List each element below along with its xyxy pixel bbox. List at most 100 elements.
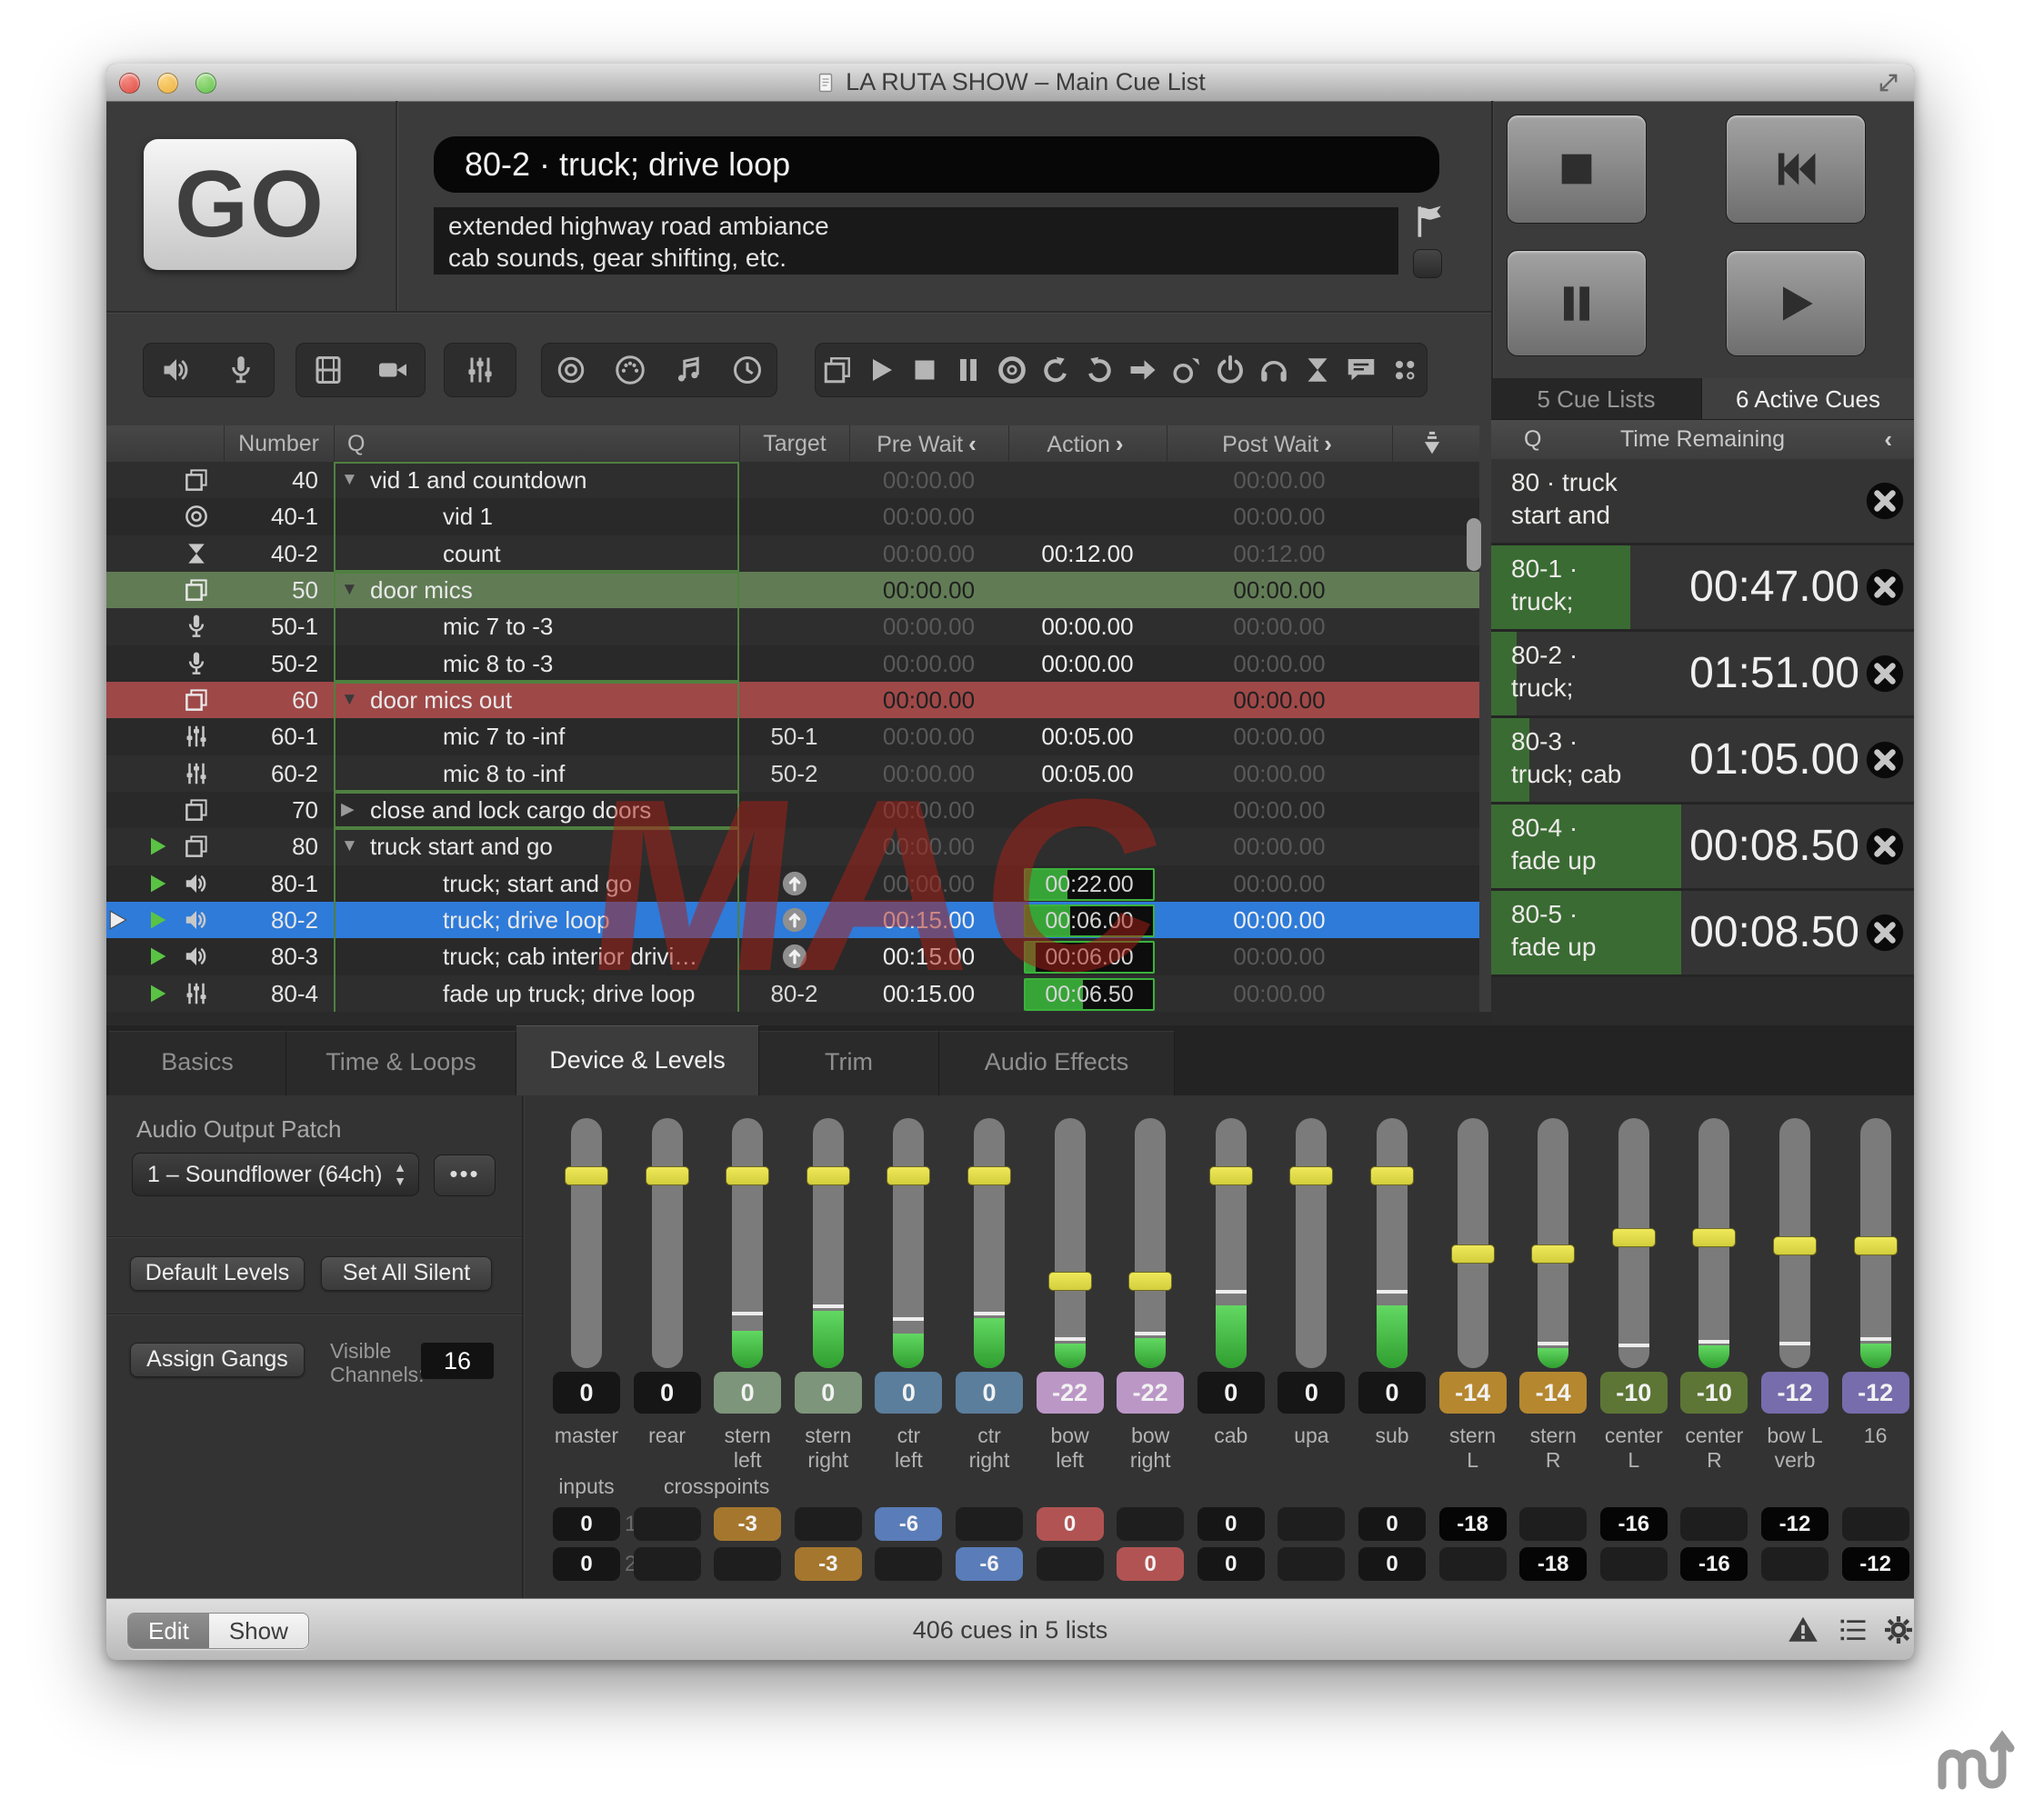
cue-row-80[interactable]: 80▼truck start and go00:00.0000:00.00 xyxy=(106,828,1479,865)
column-header-post-wait[interactable]: Post Wait› xyxy=(1167,425,1392,462)
crosspoint-cell[interactable]: -3 xyxy=(795,1547,862,1581)
fader-track[interactable] xyxy=(1377,1118,1408,1368)
cue-row-80-2[interactable]: 80-2truck; drive loop00:15.0000:06.0000:… xyxy=(106,902,1479,938)
disclosure-triangle[interactable]: ▼ xyxy=(341,462,358,498)
crosspoint-cell[interactable]: -6 xyxy=(875,1507,942,1541)
stop-cue-icon[interactable] xyxy=(908,354,941,386)
crosspoint-cell[interactable]: -12 xyxy=(1842,1547,1909,1581)
crosspoint-cell[interactable]: -18 xyxy=(1439,1507,1507,1541)
wait-cue-icon[interactable] xyxy=(1301,354,1334,386)
table-scrollbar[interactable] xyxy=(1467,518,1481,571)
crosspoint-cell[interactable] xyxy=(1600,1547,1668,1581)
crosspoint-cell[interactable]: 0 xyxy=(1117,1547,1184,1581)
music-cue-icon[interactable] xyxy=(672,354,705,386)
crosspoint-cell[interactable]: 0 xyxy=(1197,1507,1265,1541)
level-value-chip[interactable]: -14 xyxy=(1519,1372,1587,1414)
memo-cue-icon[interactable] xyxy=(1345,354,1378,386)
pause-cue-icon[interactable] xyxy=(952,354,985,386)
tab-cue-lists[interactable]: 5 Cue Lists xyxy=(1491,378,1702,420)
crosspoint-cell[interactable]: 0 xyxy=(1358,1507,1426,1541)
goto-cue-icon[interactable] xyxy=(1127,354,1159,386)
level-value-chip[interactable]: 0 xyxy=(553,1372,620,1414)
cue-notes[interactable]: extended highway road ambiancecab sounds… xyxy=(434,207,1398,275)
fader-knob[interactable] xyxy=(1773,1236,1817,1255)
crosspoint-cell[interactable] xyxy=(875,1547,942,1581)
set-all-silent-button[interactable]: Set All Silent xyxy=(321,1256,492,1291)
active-cue-row[interactable]: 80-1 · truck;00:47.00 xyxy=(1491,545,1914,632)
level-value-chip[interactable]: 0 xyxy=(1278,1372,1345,1414)
crosspoint-cell[interactable] xyxy=(1037,1547,1104,1581)
active-cue-row[interactable]: 80-5 · fade up00:08.50 xyxy=(1491,891,1914,977)
crosspoint-cell[interactable] xyxy=(1680,1507,1748,1541)
cue-row-60[interactable]: 60▼door mics out00:00.0000:00.00 xyxy=(106,682,1479,718)
level-value-chip[interactable]: 0 xyxy=(634,1372,701,1414)
tab-device-levels[interactable]: Device & Levels xyxy=(516,1025,759,1095)
stop-cue-x-button[interactable] xyxy=(1865,567,1905,607)
rewind-button[interactable] xyxy=(1726,115,1866,224)
play-button[interactable] xyxy=(1726,250,1866,356)
level-value-chip[interactable]: 0 xyxy=(1197,1372,1265,1414)
level-value-chip[interactable]: -12 xyxy=(1842,1372,1909,1414)
target-cue-icon[interactable] xyxy=(555,354,587,386)
chevron-left-icon[interactable]: ‹ xyxy=(963,430,982,457)
fader-track[interactable] xyxy=(1216,1118,1247,1368)
fader-track[interactable] xyxy=(893,1118,924,1368)
chevron-right-icon[interactable]: › xyxy=(1318,430,1338,457)
level-value-chip[interactable]: 0 xyxy=(714,1372,781,1414)
audio-cue-icon[interactable] xyxy=(160,354,193,386)
start-cue-icon[interactable] xyxy=(865,354,897,386)
level-value-chip[interactable]: 0 xyxy=(795,1372,862,1414)
crosspoint-cell[interactable] xyxy=(1842,1507,1909,1541)
flag-icon[interactable] xyxy=(1411,204,1449,240)
fader-track[interactable] xyxy=(1296,1118,1327,1368)
tab-trim[interactable]: Trim xyxy=(759,1031,939,1095)
level-value-chip[interactable]: -12 xyxy=(1761,1372,1829,1414)
level-value-chip[interactable]: 0 xyxy=(1358,1372,1426,1414)
target-cue-icon[interactable] xyxy=(781,870,808,897)
target-cue-icon[interactable] xyxy=(781,943,808,970)
crosspoint-cell[interactable] xyxy=(634,1547,701,1581)
fader-knob[interactable] xyxy=(1370,1166,1414,1185)
active-cue-row[interactable]: 80-4 · fade up00:08.50 xyxy=(1491,805,1914,891)
crosspoint-cell[interactable]: -18 xyxy=(1519,1547,1587,1581)
active-cue-row[interactable]: 80-3 · truck; cab01:05.00 xyxy=(1491,718,1914,805)
fader-knob[interactable] xyxy=(1612,1228,1656,1247)
level-value-chip[interactable]: -22 xyxy=(1117,1372,1184,1414)
stop-cue-x-button[interactable] xyxy=(1865,740,1905,780)
fade-cue-icon[interactable] xyxy=(464,354,496,386)
target-cue-icon[interactable] xyxy=(781,906,808,934)
go-button[interactable]: GO xyxy=(144,139,356,270)
stop-cue-x-button[interactable] xyxy=(1865,481,1905,521)
crosspoint-cell[interactable] xyxy=(1439,1547,1507,1581)
video-cue-icon[interactable] xyxy=(312,354,345,386)
fader-knob[interactable] xyxy=(1289,1166,1333,1185)
crosspoint-cell[interactable] xyxy=(795,1507,862,1541)
tab-active-cues[interactable]: 6 Active Cues xyxy=(1702,378,1914,420)
stop-cue-x-button[interactable] xyxy=(1865,654,1905,694)
cue-row-70[interactable]: 70▶close and lock cargo doors00:00.0000:… xyxy=(106,792,1479,828)
load-cue-icon[interactable] xyxy=(996,354,1028,386)
column-header-action[interactable]: Action› xyxy=(1008,425,1167,462)
midi-cue-icon[interactable] xyxy=(614,354,646,386)
crosspoint-cell[interactable] xyxy=(1278,1547,1345,1581)
column-header-number[interactable]: Number xyxy=(224,425,334,462)
fader-knob[interactable] xyxy=(646,1166,689,1185)
default-levels-button[interactable]: Default Levels xyxy=(130,1256,305,1291)
fader-knob[interactable] xyxy=(1854,1236,1898,1255)
fullscreen-resize-icon[interactable] xyxy=(1876,70,1901,95)
fader-knob[interactable] xyxy=(726,1166,769,1185)
cue-row-80-3[interactable]: 80-3truck; cab interior drivi…00:15.0000… xyxy=(106,938,1479,974)
input-level-chip[interactable]: 0 xyxy=(553,1507,620,1541)
cue-row-60-1[interactable]: 60-1mic 7 to -inf50-100:00.0000:05.0000:… xyxy=(106,718,1479,755)
level-value-chip[interactable]: -10 xyxy=(1680,1372,1748,1414)
column-header-q[interactable]: Q xyxy=(334,425,739,462)
fader-track[interactable] xyxy=(813,1118,844,1368)
crosspoint-cell[interactable] xyxy=(1278,1507,1345,1541)
level-value-chip[interactable]: -14 xyxy=(1439,1372,1507,1414)
timecode-cue-icon[interactable] xyxy=(731,354,764,386)
crosspoint-cell[interactable] xyxy=(634,1507,701,1541)
patch-settings-button[interactable]: ••• xyxy=(434,1154,496,1196)
fader-track[interactable] xyxy=(571,1118,602,1368)
disclosure-triangle[interactable]: ▼ xyxy=(341,682,358,718)
fader-track[interactable] xyxy=(652,1118,683,1368)
